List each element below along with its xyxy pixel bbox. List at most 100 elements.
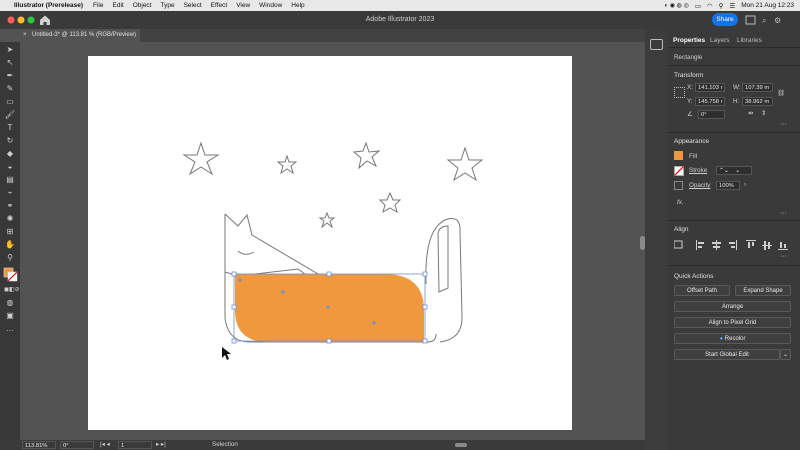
align-to-pixel-grid-button[interactable]: Align to Pixel Grid (674, 317, 791, 328)
hand-tool-icon[interactable]: ✋ (4, 240, 16, 250)
stroke-weight-field[interactable]: ⌃⌄ ⌄ (716, 166, 752, 175)
star-shape (318, 211, 336, 229)
gradient-tool-icon[interactable]: ▤ (4, 175, 16, 185)
opacity-label[interactable]: Opacity (689, 182, 710, 189)
recolor-button[interactable]: ● Recolor (674, 333, 791, 344)
type-tool-icon[interactable]: T (4, 123, 16, 133)
y-field[interactable]: 145.758 r (695, 97, 725, 106)
opacity-dropdown-icon[interactable]: › (744, 181, 746, 188)
arrange-button[interactable]: Arrange (674, 301, 791, 312)
more-align-options-icon[interactable]: ··· (780, 253, 787, 260)
comments-icon[interactable] (650, 39, 663, 50)
menu-type[interactable]: Type (161, 2, 175, 9)
rotation-view-field[interactable]: 0° (60, 441, 94, 449)
artboard-tool-icon[interactable]: ⊞ (4, 227, 16, 237)
start-global-edit-button[interactable]: Start Global Edit (674, 349, 780, 360)
direct-selection-tool-icon[interactable]: ↖ (4, 58, 16, 68)
menu-file[interactable]: File (93, 2, 103, 9)
svg-text:⚙: ⚙ (774, 16, 781, 25)
draw-mode-icon[interactable]: ◍ (4, 298, 16, 308)
edit-toolbar-icon[interactable]: ··· (4, 326, 16, 336)
offset-path-button[interactable]: Offset Path (674, 285, 730, 296)
eyedropper-tool-icon[interactable]: ⌁ (4, 188, 16, 198)
align-buttons[interactable] (674, 239, 796, 251)
appearance-header: Appearance (674, 138, 710, 145)
paintbrush-tool-icon[interactable]: 🖌 (4, 110, 16, 120)
arrange-windows-icon[interactable]: ⌕ ⚙ (744, 14, 794, 26)
transform-header: Transform (674, 72, 704, 79)
flip-vertical-icon[interactable]: ⇕ (761, 110, 766, 117)
object-type-label: Rectangle (674, 54, 703, 61)
menu-window[interactable]: Window (259, 2, 282, 9)
document-tab-close-icon[interactable]: × (23, 29, 27, 42)
artboard-nav-prev-icon[interactable]: |◂ ◂ (100, 441, 110, 448)
selection-tool-icon[interactable]: ➤ (4, 45, 16, 55)
stroke-swatch[interactable] (674, 166, 684, 176)
status-bar: 113.81% 0° |◂ ◂ 1 ▸ ▸| Selection (0, 440, 645, 450)
horizontal-scrollbar[interactable] (455, 443, 467, 447)
zoom-field[interactable]: 113.81% (22, 441, 56, 449)
flip-horizontal-icon[interactable]: ⇹ (748, 110, 753, 117)
width-field[interactable]: 107.39 m (742, 83, 773, 92)
x-label: X: (687, 84, 693, 91)
opacity-field[interactable]: 100% (716, 181, 740, 190)
rectangle-tool-icon[interactable]: ▭ (4, 97, 16, 107)
artwork-canvas[interactable] (88, 56, 572, 430)
svg-text:⌕: ⌕ (762, 16, 766, 25)
menu-app-name[interactable]: Illustrator (Prerelease) (14, 2, 83, 9)
search-icon[interactable]: ⚲ (719, 2, 724, 10)
curvature-tool-icon[interactable]: ✎ (4, 84, 16, 94)
height-field[interactable]: 38.962 m (742, 97, 773, 106)
expand-shape-button[interactable]: Expand Shape (735, 285, 791, 296)
more-appearance-options-icon[interactable]: ··· (780, 210, 787, 217)
rotation-field[interactable]: 0° (698, 110, 725, 119)
rotate-tool-icon[interactable]: ↻ (4, 136, 16, 146)
document-tab-title: Untitled-3* @ 113.81 % (RGB/Preview) (32, 32, 137, 38)
pen-tool-icon[interactable]: ✒ (4, 71, 16, 81)
zoom-tool-icon[interactable]: ⚲ (4, 253, 16, 263)
status-icons[interactable]: ◐ ◉ ◍ ◎ (664, 2, 688, 9)
reference-point-icon[interactable] (674, 87, 685, 98)
fill-swatch[interactable] (674, 151, 683, 160)
artboard-nav-next-icon[interactable]: ▸ ▸| (156, 441, 166, 448)
document-tab[interactable]: × Untitled-3* @ 113.81 % (RGB/Preview) (20, 29, 140, 42)
fx-button[interactable]: fx. (677, 199, 684, 206)
constrain-proportions-icon[interactable]: ⛓ (777, 89, 785, 97)
battery-icon[interactable]: ▭ (695, 2, 701, 10)
blend-tool-icon[interactable]: ⚭ (4, 201, 16, 211)
menu-object[interactable]: Object (133, 2, 152, 9)
tab-layers[interactable]: Layers (710, 37, 730, 44)
menu-view[interactable]: View (236, 2, 250, 9)
menu-select[interactable]: Select (184, 2, 202, 9)
mouse-cursor-icon (222, 347, 231, 360)
color-modes-icon[interactable]: ◼◧⊘ (4, 285, 20, 295)
tools-panel: ➤ ↖ ✒ ✎ ▭ 🖌 T ↻ ◆ ◒ ▤ ⌁ ⚭ ✺ ⊞ ✋ ⚲ ◼◧⊘ ◍ … (0, 42, 20, 440)
properties-panel: Properties Layers Libraries Rectangle Tr… (668, 29, 800, 450)
y-label: Y: (687, 98, 693, 105)
tab-libraries[interactable]: Libraries (737, 37, 762, 44)
eraser-tool-icon[interactable]: ◆ (4, 149, 16, 159)
artboard-number-field[interactable]: 1 (118, 441, 152, 449)
stroke-label[interactable]: Stroke (689, 167, 707, 174)
tab-properties[interactable]: Properties (673, 37, 705, 44)
orange-body-shape (235, 274, 424, 342)
control-center-icon[interactable]: ☰ (729, 2, 735, 10)
menu-effect[interactable]: Effect (211, 2, 228, 9)
opacity-icon (674, 181, 683, 190)
star-shape (378, 191, 402, 214)
wifi-icon[interactable]: ◠ (707, 2, 713, 10)
rotate-angle-icon: ∠ (687, 111, 693, 118)
menu-help[interactable]: Help (291, 2, 304, 9)
menu-edit[interactable]: Edit (113, 2, 124, 9)
global-edit-dropdown-icon[interactable]: ⌄ (780, 349, 791, 360)
fox-tail-outline (425, 218, 463, 343)
fill-label: Fill (689, 153, 698, 160)
x-field[interactable]: 141.103 r (695, 83, 725, 92)
artboard[interactable] (88, 56, 572, 430)
more-transform-options-icon[interactable]: ··· (780, 121, 787, 128)
share-button[interactable]: Share (712, 13, 738, 26)
screen-mode-icon[interactable]: ▣ (4, 311, 16, 321)
fill-stroke-swatch[interactable] (3, 267, 18, 282)
warp-tool-icon[interactable]: ◒ (4, 162, 16, 172)
symbol-sprayer-tool-icon[interactable]: ✺ (4, 214, 16, 224)
